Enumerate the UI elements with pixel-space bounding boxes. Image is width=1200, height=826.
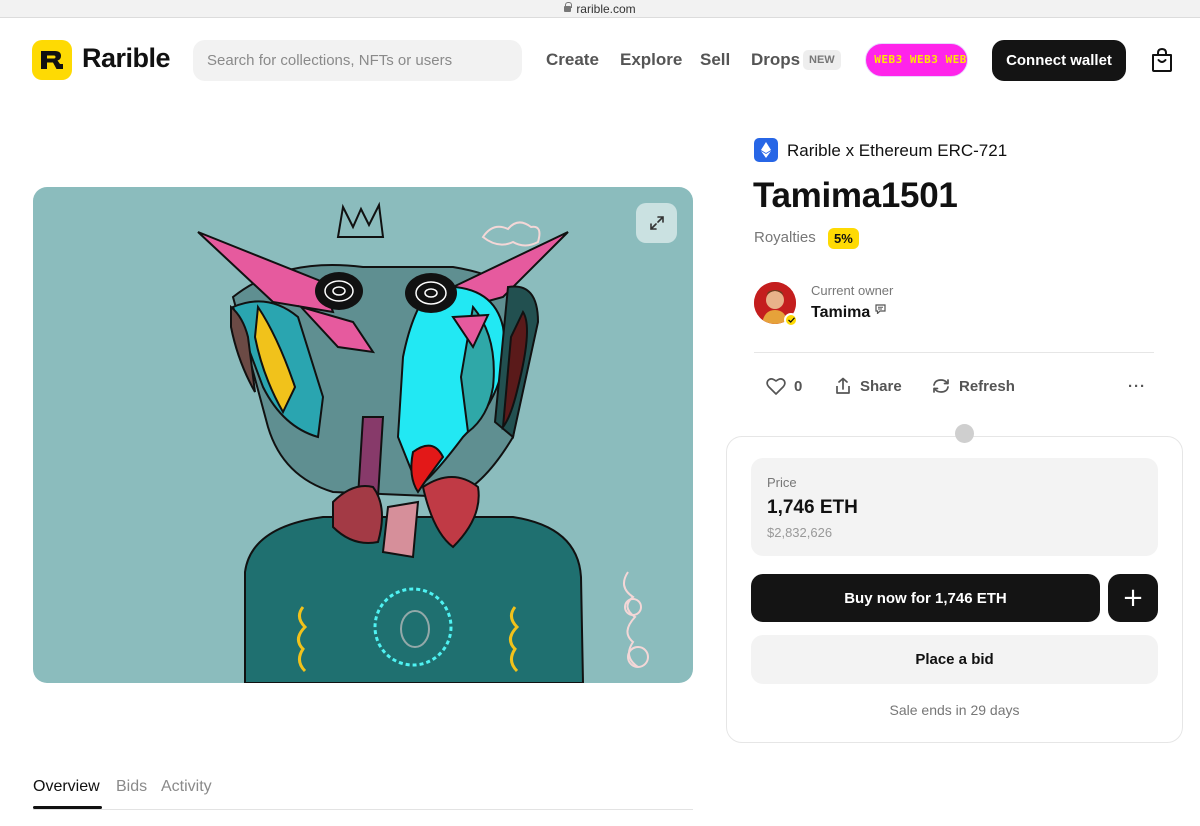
share-icon: [836, 377, 850, 394]
more-icon[interactable]: ···: [1128, 378, 1146, 395]
refresh-icon: [933, 379, 949, 393]
sale-card-handle: [955, 424, 974, 443]
collection-name[interactable]: Rarible x Ethereum ERC-721: [787, 141, 1007, 161]
active-tab-indicator: [33, 806, 102, 809]
browser-url-bar[interactable]: rarible.com: [0, 0, 1200, 18]
owner-label: Current owner: [811, 283, 894, 298]
plus-icon[interactable]: +: [1108, 574, 1158, 622]
lock-icon: [564, 1, 573, 14]
rarible-logo[interactable]: [32, 40, 72, 80]
like-count: 0: [794, 377, 803, 395]
ethereum-icon: [754, 138, 778, 162]
brand-name[interactable]: Rarible: [82, 43, 171, 74]
refresh-label: Refresh: [959, 377, 1015, 395]
verified-icon: [784, 313, 798, 327]
rarible-logo-mark: [41, 51, 63, 69]
refresh-button[interactable]: Refresh: [931, 376, 1015, 396]
shopping-bag-icon[interactable]: [1150, 47, 1174, 73]
nav-create[interactable]: Create: [546, 50, 599, 70]
price-eth: 1,746 ETH: [767, 497, 858, 518]
owner-name[interactable]: Tamima: [811, 304, 870, 322]
share-label: Share: [860, 377, 902, 395]
nft-artwork[interactable]: [33, 187, 693, 683]
item-title: Tamima1501: [753, 176, 958, 215]
web3-promo-pill[interactable]: 3 WEB3 WEB3 WEB3 WEB3: [865, 43, 968, 77]
price-label: Price: [767, 475, 797, 490]
expand-image-button[interactable]: [636, 203, 677, 243]
chat-icon[interactable]: [875, 304, 886, 314]
owner-divider: [754, 352, 1154, 353]
royalties-badge: 5%: [828, 228, 859, 249]
nav-explore[interactable]: Explore: [620, 50, 682, 70]
share-button[interactable]: Share: [834, 376, 902, 396]
connect-wallet-button[interactable]: Connect wallet: [992, 40, 1126, 81]
item-tabs: Overview Bids Activity: [33, 770, 693, 810]
expand-icon: [649, 216, 664, 230]
royalties-label: Royalties: [754, 229, 816, 246]
web3-promo-text: 3 WEB3 WEB3 WEB3 WEB3: [866, 53, 967, 66]
place-bid-button[interactable]: Place a bid: [751, 635, 1158, 684]
nft-artwork-image: [197, 201, 649, 683]
tab-activity[interactable]: Activity: [161, 778, 212, 796]
site-header: Rarible Create Explore Sell Drops NEW 3 …: [0, 19, 1200, 101]
nav-drops[interactable]: Drops: [751, 50, 800, 70]
like-button[interactable]: 0: [766, 376, 802, 396]
buy-now-button[interactable]: Buy now for 1,746 ETH: [751, 574, 1100, 622]
browser-url: rarible.com: [576, 1, 636, 16]
price-usd: $2,832,626: [767, 525, 833, 540]
tab-bids[interactable]: Bids: [116, 778, 147, 796]
drops-new-badge: NEW: [803, 50, 841, 70]
tab-overview[interactable]: Overview: [33, 778, 100, 796]
heart-icon: [766, 378, 786, 395]
search-input[interactable]: [193, 40, 522, 81]
sale-ends-text: Sale ends in 29 days: [889, 702, 1020, 718]
nav-sell[interactable]: Sell: [700, 50, 730, 70]
